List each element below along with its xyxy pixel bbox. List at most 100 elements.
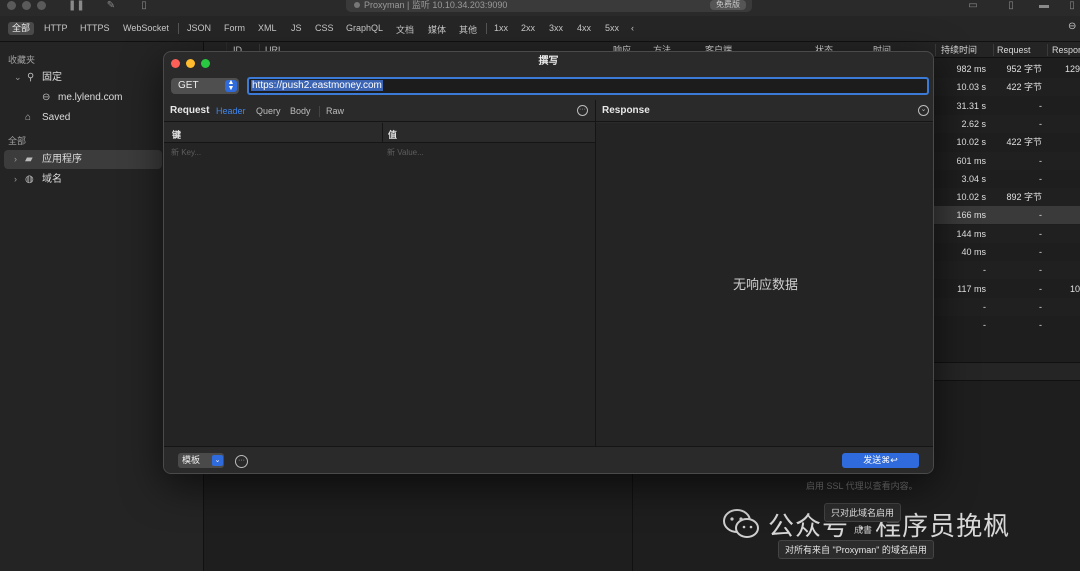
col-header-duration[interactable]: 持续时间 xyxy=(941,42,977,58)
method-select[interactable]: GET ▲ ▼ xyxy=(171,78,239,94)
filter-5xx[interactable]: 5xx xyxy=(605,23,619,33)
response-body: 无响应数据 xyxy=(596,123,933,446)
folder-icon: ▰ xyxy=(25,154,33,165)
cell-request: - xyxy=(1039,210,1042,221)
chevron-right-icon[interactable]: › xyxy=(14,150,17,169)
filter-bar: 全部 HTTP HTTPS WebSocket JSON Form XML JS… xyxy=(0,16,1080,42)
pause-icon[interactable]: ❚❚ xyxy=(68,0,85,11)
filter-collapse-chevron-icon[interactable]: ‹ xyxy=(631,23,634,33)
cell-duration: 144 ms xyxy=(956,228,986,239)
send-button[interactable]: 发送⌘↩ xyxy=(842,453,919,468)
kv-header-row: 键 值 xyxy=(164,123,595,143)
menu-item-all-domains[interactable]: 对所有来自 "Proxyman" 的域名启用 xyxy=(778,540,934,559)
cell-duration: 10.03 s xyxy=(956,82,986,93)
chevron-down-icon[interactable]: ⌄ xyxy=(14,68,22,87)
tab-raw[interactable]: Raw xyxy=(326,106,344,116)
sidebar-item-label: Saved xyxy=(42,112,71,123)
template-dropdown[interactable]: 模板 ⌄ xyxy=(178,453,224,468)
tab-query[interactable]: Query xyxy=(256,106,281,116)
menu-item-domain-only[interactable]: 只对此域名启用 xyxy=(824,503,902,522)
filter-3xx[interactable]: 3xx xyxy=(549,23,563,33)
response-title: Response xyxy=(602,105,650,116)
tab-header[interactable]: Header xyxy=(216,106,246,116)
col-header-response[interactable]: Respor xyxy=(1052,42,1080,58)
sidebar-toggle-icon[interactable]: ▯ xyxy=(1005,0,1017,11)
column-divider xyxy=(935,44,936,56)
close-button[interactable] xyxy=(171,59,180,68)
filter-xml[interactable]: XML xyxy=(258,23,277,33)
filter-document[interactable]: 文档 xyxy=(396,23,414,36)
key-column-header: 键 xyxy=(172,130,182,140)
compose-icon[interactable]: ✎ xyxy=(105,0,117,11)
cell-duration: 117 ms xyxy=(957,283,986,294)
filter-2xx[interactable]: 2xx xyxy=(521,23,535,33)
column-divider xyxy=(1047,44,1048,56)
zoom-button[interactable] xyxy=(201,59,210,68)
sidebar-item-label: me.lylend.com xyxy=(58,92,123,103)
filter-js[interactable]: JS xyxy=(291,23,302,33)
more-options-icon[interactable]: ··· xyxy=(235,455,248,468)
filter-media[interactable]: 媒体 xyxy=(428,23,446,36)
tray-icon: ⌂ xyxy=(25,112,32,123)
main-titlebar: ❚❚ ✎ ▯ Proxyman | 监听 10.10.34.203:9090 免… xyxy=(0,0,1080,16)
cell-request: - xyxy=(1039,301,1042,312)
url-value: https://push2.eastmoney.com xyxy=(251,80,383,91)
cell-request: - xyxy=(1039,173,1042,184)
minimize-button[interactable] xyxy=(186,59,195,68)
ssl-hint: 启用 SSL 代理以查看内容。 xyxy=(806,481,918,491)
window-title-pill: Proxyman | 监听 10.10.34.203:9090 免费版 xyxy=(346,0,752,12)
chevron-updown-icon[interactable]: ▲ ▼ xyxy=(225,79,237,92)
cell-duration: 166 ms xyxy=(956,210,986,221)
filter-separator xyxy=(178,23,179,34)
cell-request: 892 字节 xyxy=(1006,192,1042,203)
cell-duration: - xyxy=(983,301,986,312)
cell-duration: 10.02 s xyxy=(956,137,986,148)
all-section-label: 全部 xyxy=(8,136,27,146)
filter-https[interactable]: HTTPS xyxy=(80,23,110,33)
tab-separator xyxy=(319,106,320,117)
value-input[interactable]: 新 Value... xyxy=(387,147,424,158)
url-input[interactable]: https://push2.eastmoney.com xyxy=(247,77,929,95)
sidebar-item-label: 固定 xyxy=(42,72,62,83)
split-icon[interactable]: ▯ xyxy=(1066,0,1078,11)
favorites-section-label: 收藏夹 xyxy=(8,55,36,65)
filter-websocket[interactable]: WebSocket xyxy=(123,23,169,33)
sidebar-item-apps[interactable]: › ▰ 应用程序 xyxy=(4,150,162,169)
filter-all[interactable]: 全部 xyxy=(8,22,35,35)
cell-request: - xyxy=(1039,265,1042,276)
key-input[interactable]: 新 Key... xyxy=(171,147,201,158)
chevron-right-icon[interactable]: › xyxy=(14,170,17,189)
minimize-dot[interactable] xyxy=(22,1,31,10)
filter-http[interactable]: HTTP xyxy=(44,23,68,33)
dialog-title: 撰写 xyxy=(538,56,559,67)
col-header-request[interactable]: Request xyxy=(997,42,1031,58)
filter-json[interactable]: JSON xyxy=(187,23,211,33)
filter-form[interactable]: Form xyxy=(224,23,245,33)
column-divider xyxy=(993,44,994,56)
cell-duration: 40 ms xyxy=(961,247,986,257)
filter-1xx[interactable]: 1xx xyxy=(494,23,508,33)
menu-item-partial[interactable]: 成書 xyxy=(848,521,878,538)
cell-duration: - xyxy=(983,265,986,276)
chevron-down-icon[interactable]: ⌄ xyxy=(918,105,929,116)
filter-css[interactable]: CSS xyxy=(315,23,334,33)
header-editor xyxy=(164,143,595,446)
cell-request: - xyxy=(1039,283,1042,294)
layout-icon[interactable]: ▭ xyxy=(967,0,979,11)
cell-request: 422 字节 xyxy=(1006,137,1042,148)
response-header-bar: Response ⌄ xyxy=(596,100,933,122)
cell-response: 129 xyxy=(1064,64,1080,74)
chevron-down-icon[interactable]: ⌄ xyxy=(212,455,223,466)
more-options-icon[interactable]: ··· xyxy=(577,105,588,116)
filter-more-icon[interactable]: ⊖ xyxy=(1068,21,1076,32)
tab-body[interactable]: Body xyxy=(290,106,311,116)
close-dot[interactable] xyxy=(7,1,16,10)
filter-other[interactable]: 其他 xyxy=(459,23,477,36)
trash-icon[interactable]: ▯ xyxy=(138,0,150,11)
edition-badge[interactable]: 免费版 xyxy=(710,0,746,10)
cell-request: - xyxy=(1039,247,1042,257)
filter-graphql[interactable]: GraphQL xyxy=(346,23,383,33)
panel-icon[interactable]: ▬ xyxy=(1038,0,1050,11)
zoom-dot[interactable] xyxy=(37,1,46,10)
filter-4xx[interactable]: 4xx xyxy=(577,23,591,33)
